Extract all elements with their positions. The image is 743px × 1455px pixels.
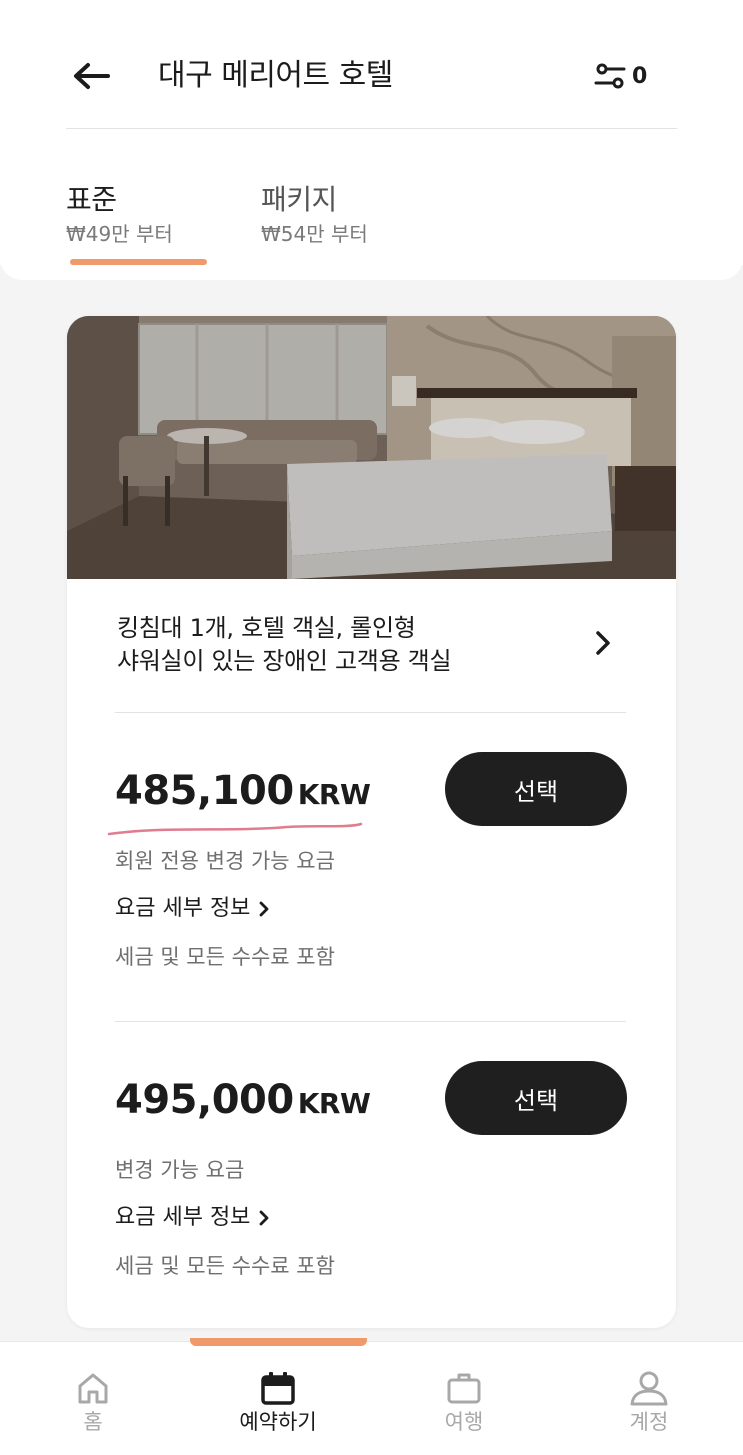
- price-value: 485,100: [115, 768, 294, 814]
- tab-label: 패키지: [261, 183, 337, 216]
- room-card: 킹침대 1개, 호텔 객실, 롤인형 샤워실이 있는 장애인 고객용 객실 48…: [67, 316, 676, 1328]
- user-icon: [630, 1371, 668, 1406]
- nav-label: 홈: [83, 1410, 103, 1434]
- nav-label: 계정: [629, 1410, 669, 1434]
- chevron-right-icon: [260, 1210, 269, 1226]
- filter-icon: [594, 63, 626, 89]
- nav-trips[interactable]: 여행: [394, 1370, 534, 1436]
- tab-standard[interactable]: 표준 ₩49만 부터: [66, 182, 173, 248]
- room-name[interactable]: 킹침대 1개, 호텔 객실, 롤인형 샤워실이 있는 장애인 고객용 객실: [117, 612, 577, 678]
- nav-booking[interactable]: 예약하기: [208, 1370, 348, 1436]
- filter-count: 0: [632, 63, 648, 89]
- briefcase-icon: [447, 1373, 481, 1404]
- page-title: 대구 메리어트 호텔: [158, 58, 393, 93]
- divider: [66, 128, 677, 129]
- rate-details-link[interactable]: 요금 세부 정보: [115, 1203, 270, 1233]
- room-name-line: 샤워실이 있는 장애인 고객용 객실: [117, 647, 452, 675]
- nav-label: 여행: [444, 1410, 484, 1434]
- room-name-line: 킹침대 1개, 호텔 객실, 롤인형: [117, 614, 416, 642]
- nav-account[interactable]: 계정: [579, 1370, 719, 1436]
- tax-note: 세금 및 모든 수수료 포함: [115, 945, 335, 969]
- calendar-icon: [261, 1372, 295, 1405]
- rate-price: 485,100 KRW: [115, 766, 371, 820]
- rate-details-label: 요금 세부 정보: [115, 896, 251, 921]
- active-tab-indicator: [70, 259, 207, 265]
- annotation-underline: [107, 822, 363, 836]
- home-icon: [78, 1373, 108, 1404]
- tab-package[interactable]: 패키지 ₩54만 부터: [261, 182, 368, 248]
- tab-price: ₩49만 부터: [66, 222, 173, 246]
- price-currency: KRW: [297, 778, 371, 811]
- bottom-nav: 홈 예약하기 여행 계정: [0, 1341, 743, 1455]
- price-value: 495,000: [115, 1077, 294, 1123]
- arrow-left-icon: [74, 63, 110, 89]
- active-nav-indicator: [190, 1338, 367, 1346]
- rate-details-link[interactable]: 요금 세부 정보: [115, 894, 270, 924]
- divider: [115, 712, 626, 713]
- rate-price: 495,000 KRW: [115, 1075, 371, 1129]
- chevron-right-icon[interactable]: [591, 628, 615, 658]
- filter-button[interactable]: 0: [594, 58, 647, 94]
- tab-price: ₩54만 부터: [261, 222, 368, 246]
- rate-type: 회원 전용 변경 가능 요금: [115, 849, 335, 873]
- tax-note: 세금 및 모든 수수료 포함: [115, 1254, 335, 1278]
- tab-label: 표준: [66, 183, 117, 216]
- select-button[interactable]: 선택: [445, 1061, 627, 1135]
- price-currency: KRW: [297, 1087, 371, 1120]
- select-button[interactable]: 선택: [445, 752, 627, 826]
- rate-details-label: 요금 세부 정보: [115, 1205, 251, 1230]
- chevron-right-icon: [260, 901, 269, 917]
- divider: [115, 1021, 626, 1022]
- back-button[interactable]: [70, 56, 114, 96]
- room-photo[interactable]: [67, 316, 676, 579]
- nav-label: 예약하기: [239, 1410, 317, 1434]
- rate-type: 변경 가능 요금: [115, 1158, 245, 1182]
- nav-home[interactable]: 홈: [23, 1370, 163, 1436]
